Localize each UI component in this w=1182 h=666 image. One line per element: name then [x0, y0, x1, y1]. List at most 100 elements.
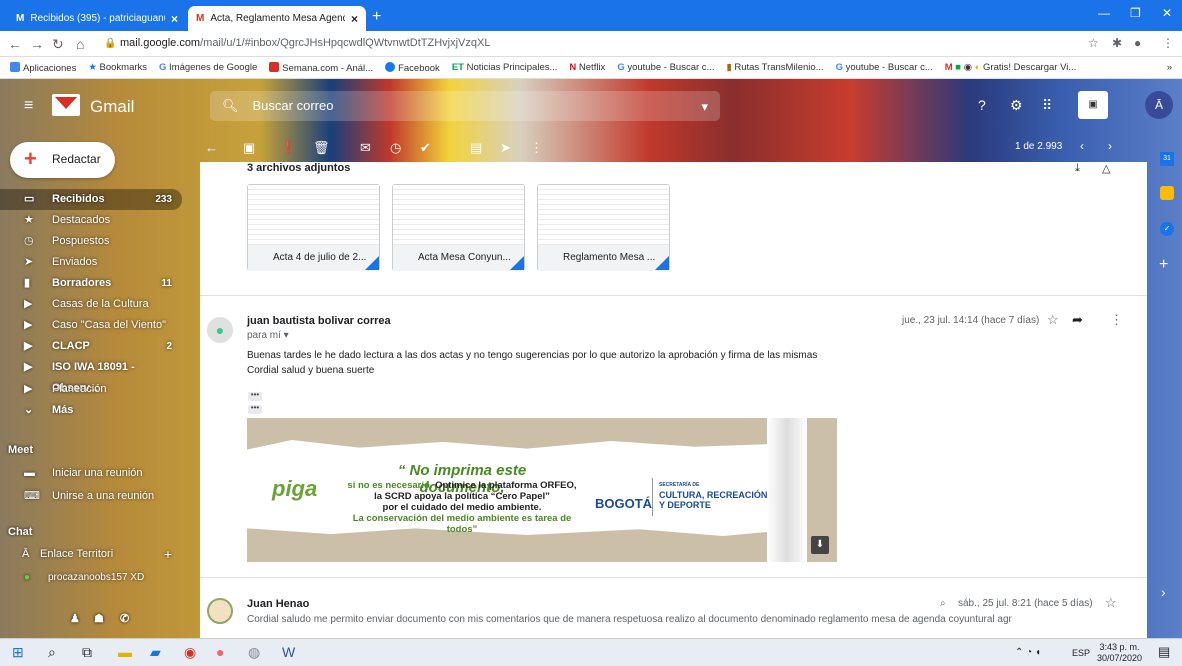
bookmark-transmilenio[interactable]: ▮ Rutas TransMilenio... — [726, 62, 823, 73]
account-avatar[interactable]: Ā — [1145, 91, 1173, 119]
close-tab-icon[interactable]: × — [351, 12, 358, 26]
apps-grid-icon[interactable]: ⠿ — [1042, 97, 1052, 114]
show-trimmed-button[interactable]: ••• — [248, 404, 262, 414]
attachment-card[interactable]: WActa 4 de julio de 2... — [247, 184, 380, 271]
attachment-card[interactable]: WReglamento Mesa ... — [537, 184, 670, 271]
app-icon[interactable]: ◍ — [248, 644, 260, 661]
add-chat-icon[interactable]: + — [164, 544, 172, 565]
sidebar-item-label-iso[interactable]: ▶ ISO IWA 18091 - Observ... — [0, 357, 182, 394]
sidebar-item-label-planeacion[interactable]: ▶ Planeación — [0, 379, 182, 400]
attachment-card[interactable]: WActa Mesa Conyun... — [392, 184, 525, 271]
chat-person-icon[interactable]: ♟ — [70, 612, 80, 625]
firefox-icon[interactable]: ● — [216, 644, 224, 660]
back-to-inbox-icon[interactable]: ← — [205, 140, 218, 155]
profile-icon[interactable]: ● — [1134, 36, 1141, 50]
message-preview[interactable]: Cordial saludo me permito enviar documen… — [247, 614, 1047, 625]
more-icon[interactable]: ⋮ — [530, 140, 543, 156]
sidebar-item-sent[interactable]: ➤ Enviados — [0, 252, 182, 273]
minimize-icon[interactable]: — — [1098, 6, 1110, 20]
search-options-icon[interactable]: ▾ — [701, 99, 708, 115]
language-indicator[interactable]: ESP — [1072, 648, 1090, 658]
tray-icons[interactable]: ⌃ ◔ ◖ — [1015, 647, 1041, 658]
main-menu-icon[interactable]: ≡ — [24, 97, 33, 115]
star-icon[interactable]: ☆ — [1047, 312, 1059, 328]
chat-contact[interactable]: ● procazanoobs157 XD — [0, 567, 182, 588]
add-task-icon[interactable]: ✔ — [420, 140, 431, 156]
sidebar-item-snoozed[interactable]: ◷ Pospuestos — [0, 231, 182, 252]
home-icon[interactable]: ⌂ — [76, 36, 84, 52]
save-to-drive-icon[interactable]: △ — [1102, 162, 1110, 175]
gmail-logo-icon[interactable] — [52, 94, 80, 116]
tasks-icon[interactable]: ✓ — [1160, 222, 1174, 236]
download-all-icon[interactable]: ⤓ — [1075, 162, 1080, 175]
url-field[interactable]: mail.google.com/mail/u/1/#inbox/QgrcJHsH… — [120, 37, 490, 49]
browser-tab-inbox[interactable]: M Recibidos (395) - patriciaguanum × — [8, 6, 186, 31]
reload-icon[interactable]: ↻ — [52, 36, 64, 53]
word-icon[interactable]: W — [282, 644, 295, 660]
move-to-icon[interactable]: ▤ — [470, 140, 482, 156]
join-meeting-link[interactable]: ⌨ Unirse a una reunión — [0, 486, 182, 507]
notifications-icon[interactable]: ▤ — [1158, 644, 1170, 660]
start-meeting-link[interactable]: ▬ Iniciar una reunión — [0, 463, 182, 484]
chat-contact[interactable]: Ā Enlace Territori + — [0, 544, 182, 565]
labels-icon[interactable]: ➤ — [500, 140, 511, 156]
snooze-icon[interactable]: ◷ — [390, 140, 401, 156]
add-addon-icon[interactable]: + — [1159, 256, 1168, 274]
bookmark-apps[interactable]: Aplicaciones — [10, 61, 76, 74]
chrome-icon[interactable]: ◉ — [184, 644, 196, 661]
bookmarks-more[interactable]: » — [1167, 62, 1182, 73]
download-image-icon[interactable]: ⬇ — [811, 536, 829, 554]
bookmark-youtube-2[interactable]: G youtube - Buscar c... — [836, 62, 933, 73]
sender-name[interactable]: Juan Henao — [247, 598, 309, 610]
phone-icon[interactable]: ✆ — [120, 612, 129, 625]
sidebar-item-label-clacp[interactable]: ▶ CLACP 2 — [0, 336, 182, 357]
close-tab-icon[interactable]: × — [171, 12, 178, 26]
more-options-icon[interactable]: ⋮ — [1110, 312, 1123, 328]
extension-icon[interactable]: ✱ — [1112, 36, 1122, 50]
bookmark-netflix[interactable]: N Netflix — [569, 62, 605, 73]
new-tab-button[interactable]: + — [372, 8, 381, 26]
task-view-icon[interactable]: ⧉ — [82, 644, 92, 661]
bookmark-gratis[interactable]: M ■ ◉ ◐ Gratis! Descargar Vi... — [945, 62, 1077, 73]
search-icon[interactable]: ⌕ — [48, 644, 56, 661]
star-icon[interactable]: ☆ — [1088, 36, 1099, 50]
reply-icon[interactable]: ➦ — [1072, 312, 1083, 328]
windows-start-icon[interactable]: ⊞ — [12, 644, 24, 661]
bookmark-facebook[interactable]: Facebook — [385, 61, 440, 74]
search-icon[interactable]: 🔍︎ — [222, 98, 239, 113]
archive-icon[interactable]: ▣ — [243, 140, 255, 156]
browser-tab-acta[interactable]: M Acta, Reglamento Mesa Agenda × — [188, 6, 366, 31]
bookmark-bookmarks[interactable]: ★ Bookmarks — [88, 62, 147, 73]
delete-icon[interactable]: 🗑 — [313, 140, 330, 156]
search-input[interactable]: 🔍︎ Buscar correo ▾ — [210, 91, 720, 121]
back-icon[interactable]: ← — [8, 36, 22, 52]
org-logo-icon[interactable]: ▣ — [1078, 91, 1108, 119]
chat-bubble-icon[interactable]: ☗ — [94, 612, 104, 625]
bookmark-youtube-1[interactable]: G youtube - Buscar c... — [617, 62, 714, 73]
restore-icon[interactable]: ❐ — [1130, 6, 1141, 20]
settings-gear-icon[interactable]: ⚙ — [1010, 97, 1023, 114]
help-icon[interactable]: ? — [978, 97, 986, 113]
bookmark-semana[interactable]: Semana.com - Anál... — [269, 61, 373, 74]
file-explorer-icon[interactable]: ▬ — [118, 644, 132, 660]
calendar-icon[interactable]: 31 — [1160, 152, 1174, 166]
bookmark-images[interactable]: G Imágenes de Google — [159, 62, 257, 73]
sidebar-item-label-caso[interactable]: ▶ Caso "Casa del Viento" — [0, 315, 182, 336]
forward-icon[interactable]: → — [30, 36, 44, 52]
keep-icon[interactable] — [1160, 186, 1174, 200]
store-icon[interactable]: ▰ — [150, 644, 161, 661]
sidebar-item-inbox[interactable]: ▭ Recibidos 233 — [0, 189, 182, 210]
close-window-icon[interactable]: ✕ — [1162, 6, 1172, 20]
recipient-dropdown[interactable]: para mí ▾ — [247, 330, 289, 341]
menu-icon[interactable]: ⋮ — [1162, 36, 1174, 50]
newer-icon[interactable]: ‹ — [1080, 139, 1084, 153]
sidebar-item-starred[interactable]: ★ Destacados — [0, 210, 182, 231]
clock[interactable]: 3:43 p. m. 30/07/2020 — [1097, 642, 1142, 664]
sidebar-item-more[interactable]: ⌄ Más — [0, 400, 182, 421]
mark-unread-icon[interactable]: ✉ — [360, 140, 371, 156]
star-icon[interactable]: ☆ — [1105, 595, 1117, 611]
bookmark-noticias[interactable]: ET Noticias Principales... — [452, 62, 558, 73]
sidebar-item-label-casas[interactable]: ▶ Casas de la Cultura — [0, 294, 182, 315]
report-spam-icon[interactable]: ❗ — [280, 140, 296, 156]
older-icon[interactable]: › — [1108, 139, 1112, 153]
